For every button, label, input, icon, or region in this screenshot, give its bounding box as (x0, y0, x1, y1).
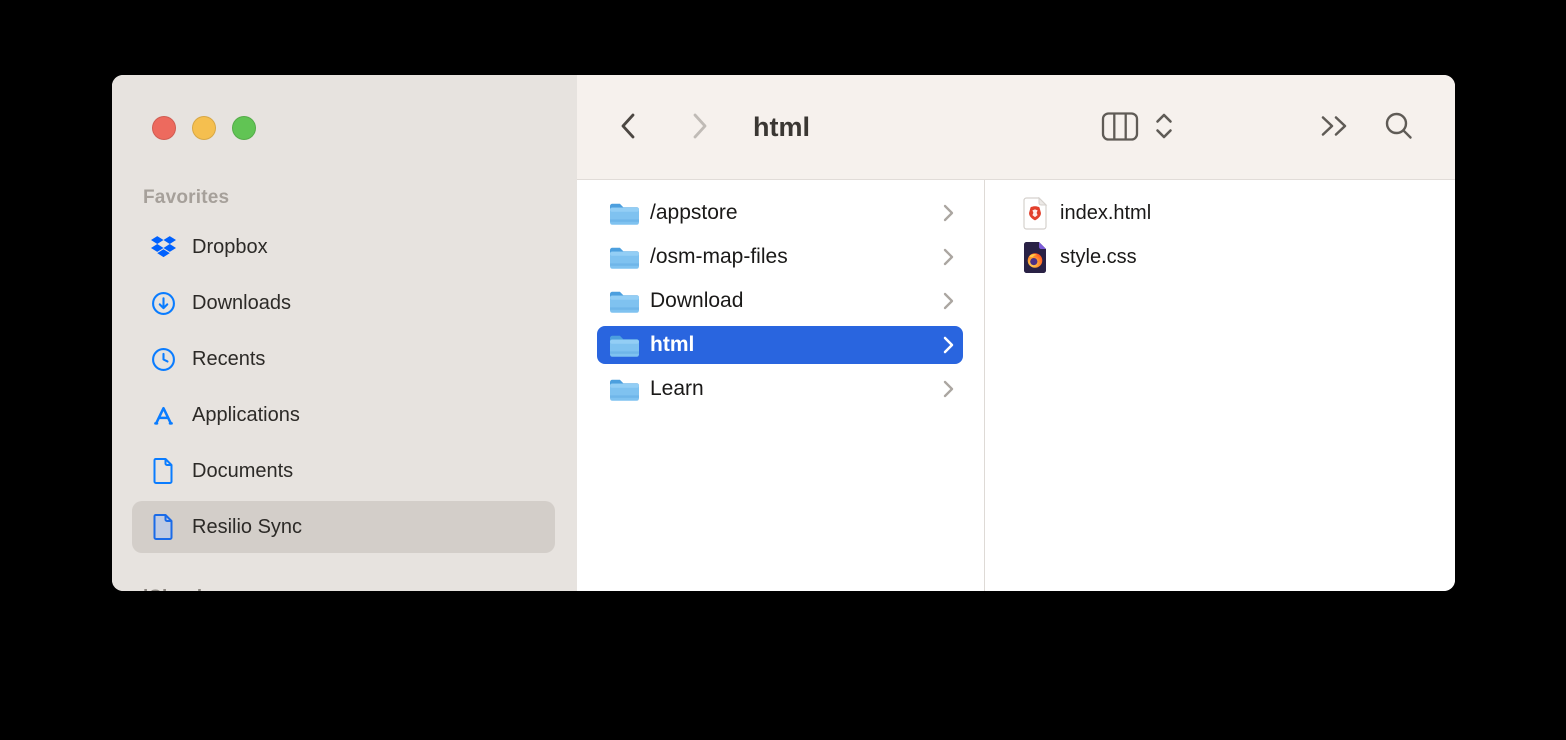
brave-html-file-icon (1022, 197, 1048, 230)
view-options-button[interactable] (1153, 111, 1175, 144)
folder-icon (608, 288, 641, 315)
chevron-right-icon (942, 203, 954, 223)
sidebar-item-applications[interactable]: Applications (132, 389, 555, 441)
sidebar-section-header: Favorites (143, 187, 229, 209)
chevron-right-icon (689, 111, 711, 144)
folder-name: /appstore (650, 201, 738, 225)
sidebar-item-label: Downloads (192, 292, 291, 315)
downloads-icon (150, 290, 176, 316)
file-row-style-css[interactable]: style.css (985, 235, 1455, 279)
column-view-icon (1101, 111, 1139, 145)
window-controls (152, 116, 256, 140)
chevron-up-down-icon (1153, 111, 1175, 144)
close-button[interactable] (152, 116, 176, 140)
sidebar-item-label: Dropbox (192, 236, 268, 259)
toolbar: html (577, 75, 1455, 180)
chevron-right-icon (942, 247, 954, 267)
recents-clock-icon (150, 346, 176, 372)
back-button[interactable] (617, 75, 639, 180)
document-icon (150, 458, 176, 484)
folder-row-learn[interactable]: Learn (577, 367, 984, 411)
zoom-button[interactable] (232, 116, 256, 140)
file-name: index.html (1060, 202, 1151, 225)
double-chevron-right-icon (1319, 113, 1353, 142)
folder-icon (608, 200, 641, 227)
content-area: html (577, 75, 1455, 591)
folder-icon (608, 332, 641, 359)
minimize-button[interactable] (192, 116, 216, 140)
column-browser: /appstore /osm-map-files (577, 180, 1455, 591)
sidebar-item-recents[interactable]: Recents (132, 333, 555, 385)
folder-name: html (650, 333, 694, 357)
folder-row-download[interactable]: Download (577, 279, 984, 323)
firefox-css-file-icon (1022, 241, 1048, 274)
sidebar-item-label: Resilio Sync (192, 516, 302, 539)
search-icon (1383, 110, 1415, 145)
folder-icon (608, 244, 641, 271)
chevron-right-icon (942, 379, 954, 399)
more-toolbar-items-button[interactable] (1319, 75, 1353, 180)
sidebar-item-label: Applications (192, 404, 300, 427)
finder-window: Favorites Dropbox Downloads Recents (112, 75, 1455, 591)
folder-name: Learn (650, 377, 704, 401)
clipped-section-header: iCloud (143, 588, 202, 591)
sidebar-item-label: Documents (192, 460, 293, 483)
file-name: style.css (1060, 246, 1137, 269)
folder-name: Download (650, 289, 743, 313)
forward-button[interactable] (689, 75, 711, 180)
folder-row-appstore[interactable]: /appstore (577, 191, 984, 235)
window-title: html (753, 75, 810, 180)
sidebar-item-label: Recents (192, 348, 265, 371)
sidebar-item-dropbox[interactable]: Dropbox (132, 221, 555, 273)
applications-icon (150, 402, 176, 428)
folder-row-html[interactable]: html (577, 323, 984, 367)
chevron-right-icon (942, 291, 954, 311)
folder-name: /osm-map-files (650, 245, 788, 269)
file-row-index-html[interactable]: index.html (985, 191, 1455, 235)
sidebar: Favorites Dropbox Downloads Recents (112, 75, 577, 591)
search-button[interactable] (1383, 75, 1415, 180)
sidebar-item-downloads[interactable]: Downloads (132, 277, 555, 329)
sidebar-items: Dropbox Downloads Recents Applications (132, 221, 555, 557)
sidebar-item-resilio-sync[interactable]: Resilio Sync (132, 501, 555, 553)
chevron-right-icon (942, 335, 954, 355)
sidebar-item-documents[interactable]: Documents (132, 445, 555, 497)
folder-row-osm-map-files[interactable]: /osm-map-files (577, 235, 984, 279)
file-column: index.html (985, 180, 1455, 591)
chevron-left-icon (617, 111, 639, 144)
folder-icon (608, 376, 641, 403)
folder-column: /appstore /osm-map-files (577, 180, 985, 591)
column-view-button[interactable] (1101, 111, 1139, 145)
document-filled-icon (150, 514, 176, 540)
dropbox-icon (150, 234, 176, 260)
